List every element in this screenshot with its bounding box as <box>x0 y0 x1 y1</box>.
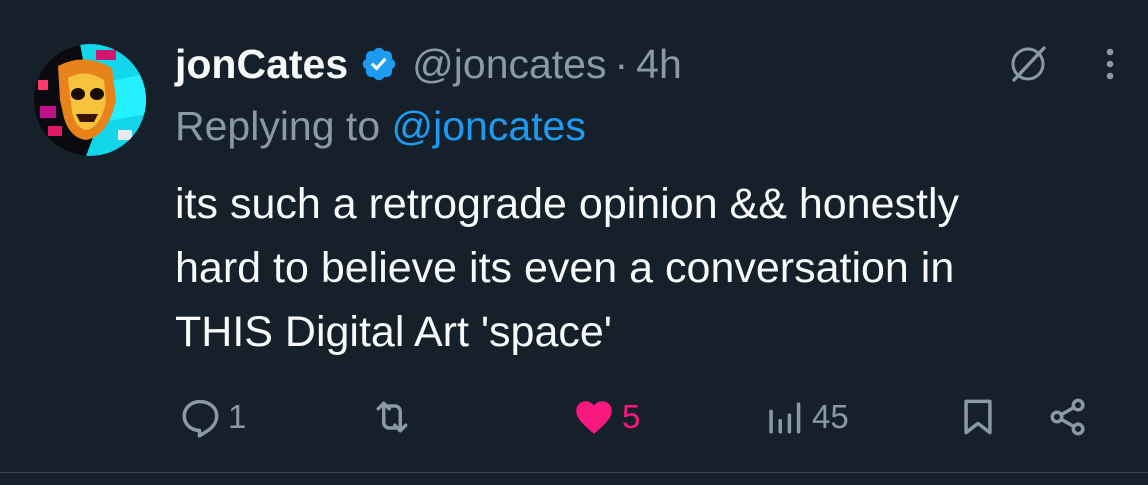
bookmark-button[interactable] <box>956 393 1000 441</box>
share-button[interactable] <box>1046 393 1090 441</box>
share-icon <box>1050 398 1085 436</box>
retweet-icon <box>376 401 408 433</box>
views-count: 45 <box>812 398 849 435</box>
retweet-button[interactable] <box>370 393 420 441</box>
more-icon[interactable] <box>1100 42 1120 86</box>
tweet-text: its such a retrograde opinion && honestl… <box>175 180 960 356</box>
avatar[interactable] <box>34 44 146 156</box>
tweet-actions: 1 5 45 <box>178 393 1108 441</box>
verified-badge-icon[interactable] <box>360 45 398 83</box>
avatar-image <box>34 44 146 156</box>
views-icon <box>769 402 801 434</box>
replying-to-mention[interactable]: @joncates <box>392 103 586 149</box>
tweet-top-actions <box>1006 42 1120 86</box>
author-name[interactable]: jonCates <box>175 41 348 88</box>
replying-to-line: Replying to @joncates <box>175 103 586 150</box>
like-count: 5 <box>622 398 641 435</box>
tweet[interactable]: jonCates @joncates · 4h Replying to @jon… <box>0 0 1148 485</box>
tweet-timestamp[interactable]: 4h <box>636 41 682 88</box>
replying-to-label: Replying to <box>175 103 392 149</box>
grok-icon[interactable] <box>1006 42 1050 86</box>
tweet-header: jonCates @joncates · 4h <box>175 38 682 90</box>
bookmark-icon <box>964 399 992 435</box>
like-button[interactable]: 5 <box>572 393 640 441</box>
header-separator: · <box>614 40 629 87</box>
heart-icon <box>576 401 612 434</box>
reply-button[interactable]: 1 <box>178 393 246 441</box>
reply-icon <box>182 399 219 438</box>
views-button[interactable]: 45 <box>762 393 849 441</box>
author-handle[interactable]: @joncates <box>412 41 606 88</box>
tweet-divider <box>0 472 1148 473</box>
reply-count: 1 <box>228 398 247 435</box>
